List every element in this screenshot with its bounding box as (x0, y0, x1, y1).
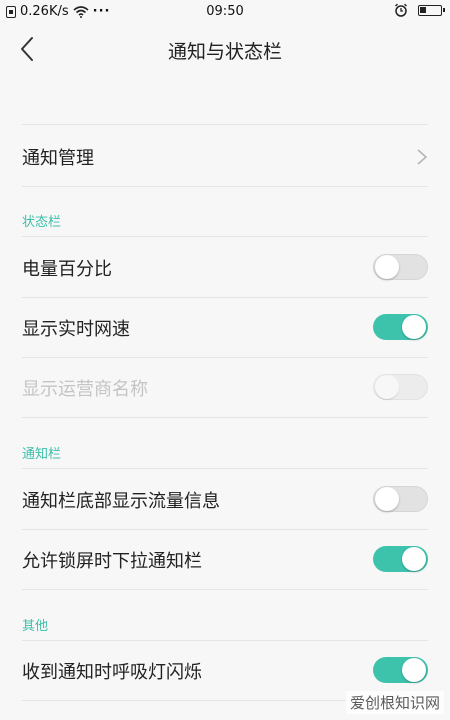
title-bar: 通知与状态栏 (0, 24, 450, 74)
battery-icon (418, 4, 445, 16)
realtime-speed-row[interactable]: 显示实时网速 (0, 297, 450, 357)
traffic-info-toggle[interactable] (373, 486, 428, 512)
watermark: 爱创根知识网 (345, 691, 444, 714)
divider (22, 186, 428, 187)
toggle-knob (375, 375, 399, 399)
toggle-knob (375, 487, 399, 511)
realtime-speed-label: 显示实时网速 (22, 319, 130, 340)
breathing-light-label: 收到通知时呼吸灯闪烁 (22, 662, 202, 683)
clock: 09:50 (206, 4, 244, 19)
pull-down-lockscreen-toggle[interactable] (373, 546, 428, 572)
pull-down-lockscreen-label: 允许锁屏时下拉通知栏 (22, 551, 202, 572)
toggle-knob (402, 658, 426, 682)
traffic-info-row[interactable]: 通知栏底部显示流量信息 (0, 469, 450, 529)
battery-percentage-toggle[interactable] (373, 254, 428, 280)
divider (22, 417, 428, 418)
breathing-light-toggle[interactable] (373, 657, 428, 683)
toggle-knob (375, 255, 399, 279)
carrier-name-label: 显示运营商名称 (22, 379, 148, 400)
status-bar: 0.26K/s ··· 09:50 (0, 0, 450, 24)
toggle-knob (402, 315, 426, 339)
page-title: 通知与状态栏 (167, 41, 282, 63)
section-header-notification-bar: 通知栏 (22, 447, 62, 462)
traffic-info-label: 通知栏底部显示流量信息 (22, 491, 220, 512)
carrier-name-toggle (373, 374, 428, 400)
realtime-speed-toggle[interactable] (373, 314, 428, 340)
divider (22, 589, 428, 590)
battery-percentage-label: 电量百分比 (22, 259, 112, 280)
pull-down-lockscreen-row[interactable]: 允许锁屏时下拉通知栏 (0, 529, 450, 589)
section-header-status-bar: 状态栏 (22, 215, 62, 230)
section-header-other: 其他 (22, 619, 49, 634)
alarm-icon (395, 3, 407, 17)
notification-management-row[interactable]: 通知管理 (0, 126, 450, 186)
status-right (394, 3, 445, 17)
carrier-name-row: 显示运营商名称 (0, 357, 450, 417)
battery-percentage-row[interactable]: 电量百分比 (0, 237, 450, 297)
chevron-right-icon (417, 149, 428, 165)
divider (22, 124, 428, 125)
notification-management-label: 通知管理 (22, 148, 94, 169)
toggle-knob (402, 547, 426, 571)
